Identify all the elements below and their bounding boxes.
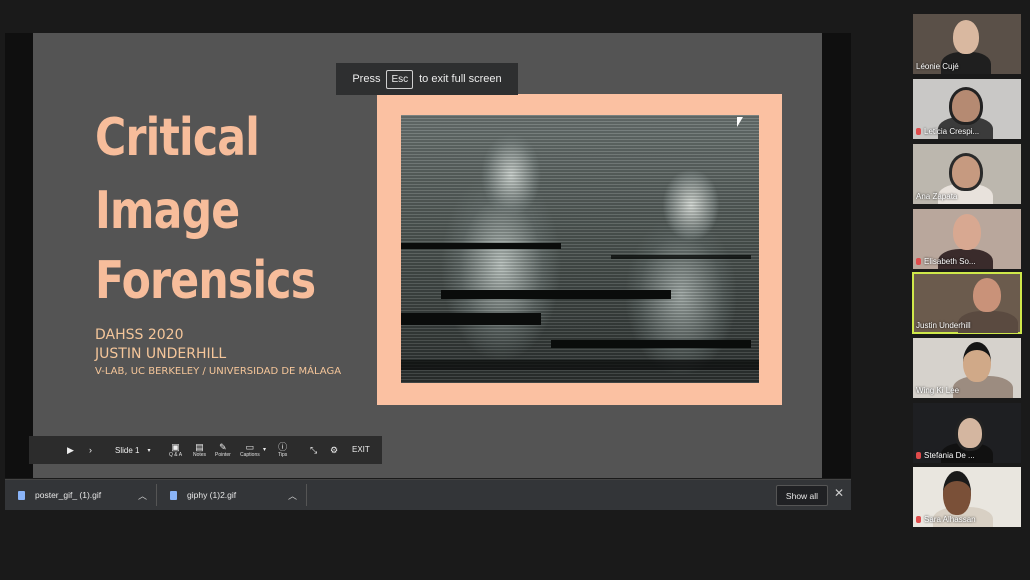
- glitch-band: [401, 313, 541, 325]
- tips-label: Tips: [278, 452, 288, 458]
- glitch-band: [441, 290, 671, 299]
- participant-name-text: Stefania De ...: [924, 451, 975, 460]
- close-icon[interactable]: ✕: [834, 486, 844, 500]
- participant-name-text: Sara Alhassan: [924, 515, 976, 524]
- file-icon: [18, 490, 25, 500]
- participant-video: [963, 342, 991, 382]
- participant-tile[interactable]: Wing Ki Lee: [913, 338, 1021, 398]
- show-all-downloads-button[interactable]: Show all: [776, 485, 828, 506]
- participant-name: Stefania De ...: [916, 451, 975, 460]
- esc-banner-prefix: Press: [352, 73, 381, 85]
- qa-button[interactable]: ▣ Q & A: [169, 436, 182, 464]
- slide-subtitle-author: JUSTIN UNDERHILL: [95, 346, 227, 362]
- download-filename: giphy (1)2.gif: [187, 490, 237, 500]
- participant-video: [955, 415, 985, 451]
- download-item[interactable]: giphy (1)2.gif ︿: [170, 480, 310, 510]
- exit-fullscreen-button[interactable]: ⤡: [310, 436, 317, 464]
- download-item[interactable]: poster_gif_ (1).gif ︿: [18, 480, 158, 510]
- slide-title-line-2: Image: [95, 181, 240, 241]
- esc-key-badge: Esc: [386, 69, 414, 89]
- participant-video: [943, 471, 971, 515]
- participant-tile[interactable]: Ana Zapata: [913, 144, 1021, 204]
- slide-title-line-3: Forensics: [95, 251, 316, 311]
- participant-video: [949, 153, 983, 191]
- glitch-band: [401, 360, 759, 370]
- participant-name: Sara Alhassan: [916, 515, 976, 524]
- slide-title-line-1: Critical: [95, 108, 260, 168]
- captions-icon: ▭: [245, 442, 255, 452]
- mouse-cursor: [737, 117, 743, 127]
- download-divider: [156, 484, 157, 506]
- participant-name: Justin Underhill: [916, 321, 971, 330]
- glitch-band: [551, 340, 751, 348]
- notes-label: Notes: [193, 452, 207, 458]
- slide-selector-label: Slide 1: [115, 445, 140, 455]
- glitch-band: [401, 243, 561, 249]
- qa-icon: ▣: [171, 442, 180, 452]
- esc-banner-suffix: to exit full screen: [419, 73, 502, 85]
- participant-tile[interactable]: Sara Alhassan: [913, 467, 1021, 527]
- notes-button[interactable]: ▤ Notes: [193, 436, 206, 464]
- participant-video: [953, 20, 979, 54]
- participant-name-text: Justin Underhill: [916, 321, 971, 330]
- glitch-image: [401, 115, 759, 383]
- download-filename: poster_gif_ (1).gif: [35, 490, 102, 500]
- play-button[interactable]: ▶: [67, 436, 74, 464]
- muted-mic-icon: [916, 258, 921, 265]
- participant-video: [949, 87, 983, 125]
- qa-label: Q & A: [169, 452, 183, 458]
- participant-name: Léonie Cujé: [916, 62, 959, 71]
- chevron-right-icon: ›: [89, 445, 92, 455]
- next-slide-button[interactable]: ›: [89, 436, 92, 464]
- pointer-button[interactable]: ✎ Pointer: [215, 436, 231, 464]
- pointer-icon: ✎: [219, 442, 227, 452]
- slide-subtitle-affiliation: V-LAB, UC BERKELEY / UNIVERSIDAD DE MÁLA…: [95, 366, 342, 377]
- exit-fullscreen-banner: Press Esc to exit full screen: [336, 63, 518, 95]
- participant-name: Elisabeth So...: [916, 257, 976, 266]
- downloads-bar: poster_gif_ (1).gif ︿ giphy (1)2.gif ︿: [5, 479, 851, 510]
- participant-name-text: Leticia Crespi...: [924, 127, 980, 136]
- muted-mic-icon: [916, 452, 921, 459]
- info-icon: ⓘ: [278, 442, 288, 452]
- file-icon: [170, 490, 177, 500]
- participant-tile[interactable]: Elisabeth So...: [913, 209, 1021, 269]
- chevron-down-icon: ▾: [147, 447, 151, 454]
- chevron-up-icon[interactable]: ︿: [138, 489, 147, 502]
- participant-tile[interactable]: Leticia Crespi...: [913, 79, 1021, 139]
- presenter-toolbar: ▶ › Slide 1 ▾ ▣ Q & A ▤ Notes ✎ Pointer ▭ Ca…: [29, 436, 382, 464]
- participant-name: Leticia Crespi...: [916, 127, 979, 136]
- participant-tile[interactable]: Léonie Cujé: [913, 14, 1021, 74]
- participant-name: Wing Ki Lee: [916, 386, 959, 395]
- chevron-down-icon: ▾: [263, 447, 267, 453]
- slide-subtitle-event: DAHSS 2020: [95, 327, 184, 343]
- glitch-band: [611, 255, 751, 259]
- captions-label: Captions: [240, 452, 260, 458]
- captions-dropdown[interactable]: ▾: [263, 436, 266, 464]
- participant-name-text: Wing Ki Lee: [916, 386, 960, 395]
- participant-name-text: Elisabeth So...: [924, 257, 976, 266]
- captions-button[interactable]: ▭ Captions: [240, 436, 260, 464]
- compress-icon: ⤡: [310, 445, 318, 455]
- participant-name-text: Ana Zapata: [916, 192, 958, 201]
- muted-mic-icon: [916, 516, 921, 523]
- tips-button[interactable]: ⓘ Tips: [278, 436, 287, 464]
- settings-button[interactable]: ⚙: [330, 436, 338, 464]
- gear-icon: ⚙: [330, 445, 339, 455]
- muted-mic-icon: [916, 128, 921, 135]
- participant-name: Ana Zapata: [916, 192, 957, 201]
- pointer-label: Pointer: [215, 452, 231, 458]
- participant-tile-active-speaker[interactable]: Justin Underhill: [912, 272, 1022, 334]
- chevron-up-icon[interactable]: ︿: [288, 489, 297, 502]
- participant-video: [973, 278, 1001, 312]
- exit-presentation-button[interactable]: EXIT: [352, 436, 370, 464]
- notes-icon: ▤: [195, 442, 204, 452]
- participant-name-text: Léonie Cujé: [916, 62, 959, 71]
- play-icon: ▶: [67, 445, 74, 455]
- download-divider: [306, 484, 307, 506]
- participant-video: [953, 214, 981, 250]
- slide-selector[interactable]: Slide 1 ▾: [115, 440, 155, 460]
- participant-tile[interactable]: Stefania De ...: [913, 403, 1021, 463]
